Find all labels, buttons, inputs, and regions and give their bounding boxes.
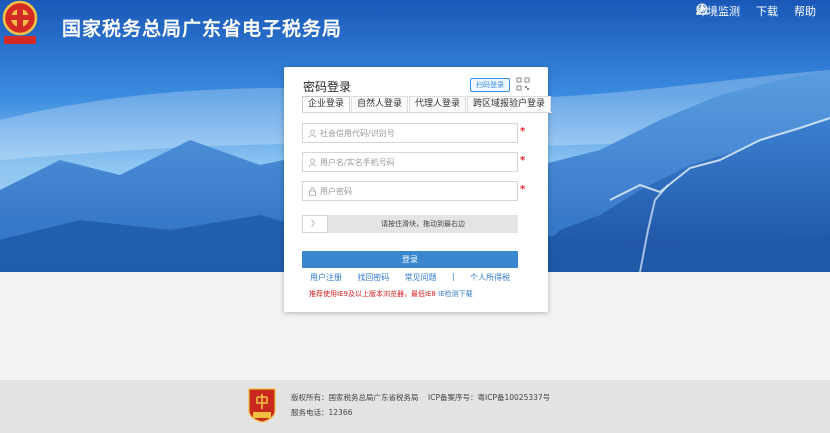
credit-code-field (302, 123, 518, 143)
download-link[interactable]: 下载 (696, 3, 778, 19)
copyright-text: 版权所有：国家税务总局广东省税务局 (291, 393, 419, 402)
login-type-tabs: 企业登录 自然人登录 代理人登录 跨区域报验户登录 (302, 96, 553, 113)
slide-verify-handle[interactable]: 》 (302, 215, 328, 233)
personal-income-tax-link[interactable]: 个人所得税 (470, 272, 510, 283)
required-mark: * (520, 155, 526, 166)
password-input[interactable] (320, 186, 510, 196)
download-label: 下载 (756, 5, 778, 18)
required-mark: * (520, 184, 526, 195)
svg-text:?: ? (700, 6, 704, 14)
user-icon (308, 158, 317, 167)
help-label: 帮助 (794, 5, 816, 18)
recover-password-link[interactable]: 找回密码 (357, 272, 389, 283)
service-phone: 服务电话：12366 (291, 408, 353, 417)
login-help-links: 用户注册 找回密码 常见问题 | 个人所得税 (302, 272, 518, 283)
link-separator: | (451, 272, 455, 281)
top-utility-links: 环境监测 下载 ? 帮助 (696, 3, 816, 19)
login-button[interactable]: 登录 (302, 251, 518, 268)
register-link[interactable]: 用户注册 (310, 272, 342, 283)
footer-copyright-line: 版权所有：国家税务总局广东省税务局 ICP备案序号：粤ICP备10025337号 (291, 392, 550, 403)
login-title: 密码登录 (303, 80, 352, 94)
help-link[interactable]: ? 帮助 (696, 3, 816, 19)
credit-code-input[interactable] (320, 128, 510, 138)
browser-notice: 推荐使用IE9及以上版本浏览器，最低IE8 IE检测下载 (309, 289, 473, 299)
tab-natural-person-login[interactable]: 自然人登录 (351, 96, 409, 112)
password-field (302, 181, 518, 201)
username-field (302, 152, 518, 172)
tax-emblem-icon (2, 0, 38, 44)
ie-check-download-link[interactable]: IE检测下载 (438, 290, 473, 298)
browser-notice-text: 推荐使用IE9及以上版本浏览器，最低IE8 (309, 290, 439, 298)
footer: 版权所有：国家税务总局广东省税务局 ICP备案序号：粤ICP备10025337号… (0, 380, 830, 433)
qr-code-icon[interactable] (516, 77, 530, 91)
slide-verify-track: 》 请按住滑块，拖动到最右边 (302, 215, 518, 233)
login-card: 密码登录 扫码登录 企业登录 自然人登录 代理人登录 跨区域报验户登录 * * … (284, 67, 553, 312)
faq-link[interactable]: 常见问题 (405, 272, 437, 283)
user-icon (308, 129, 317, 138)
required-mark: * (520, 126, 526, 137)
tab-agent-login[interactable]: 代理人登录 (409, 96, 467, 112)
site-title: 国家税务总局广东省电子税务局 (62, 18, 343, 40)
tab-enterprise-login[interactable]: 企业登录 (302, 96, 351, 112)
lock-icon (309, 186, 316, 196)
qr-login-tag[interactable]: 扫码登录 (470, 78, 510, 92)
party-government-badge-icon[interactable] (247, 387, 277, 423)
icp-text[interactable]: ICP备案序号：粤ICP备10025337号 (428, 393, 550, 402)
slide-verify-hint: 请按住滑块，拖动到最右边 (381, 220, 465, 228)
help-circle-icon: ? (696, 3, 708, 15)
tab-cross-region-login[interactable]: 跨区域报验户登录 (467, 96, 552, 112)
username-input[interactable] (320, 157, 510, 167)
